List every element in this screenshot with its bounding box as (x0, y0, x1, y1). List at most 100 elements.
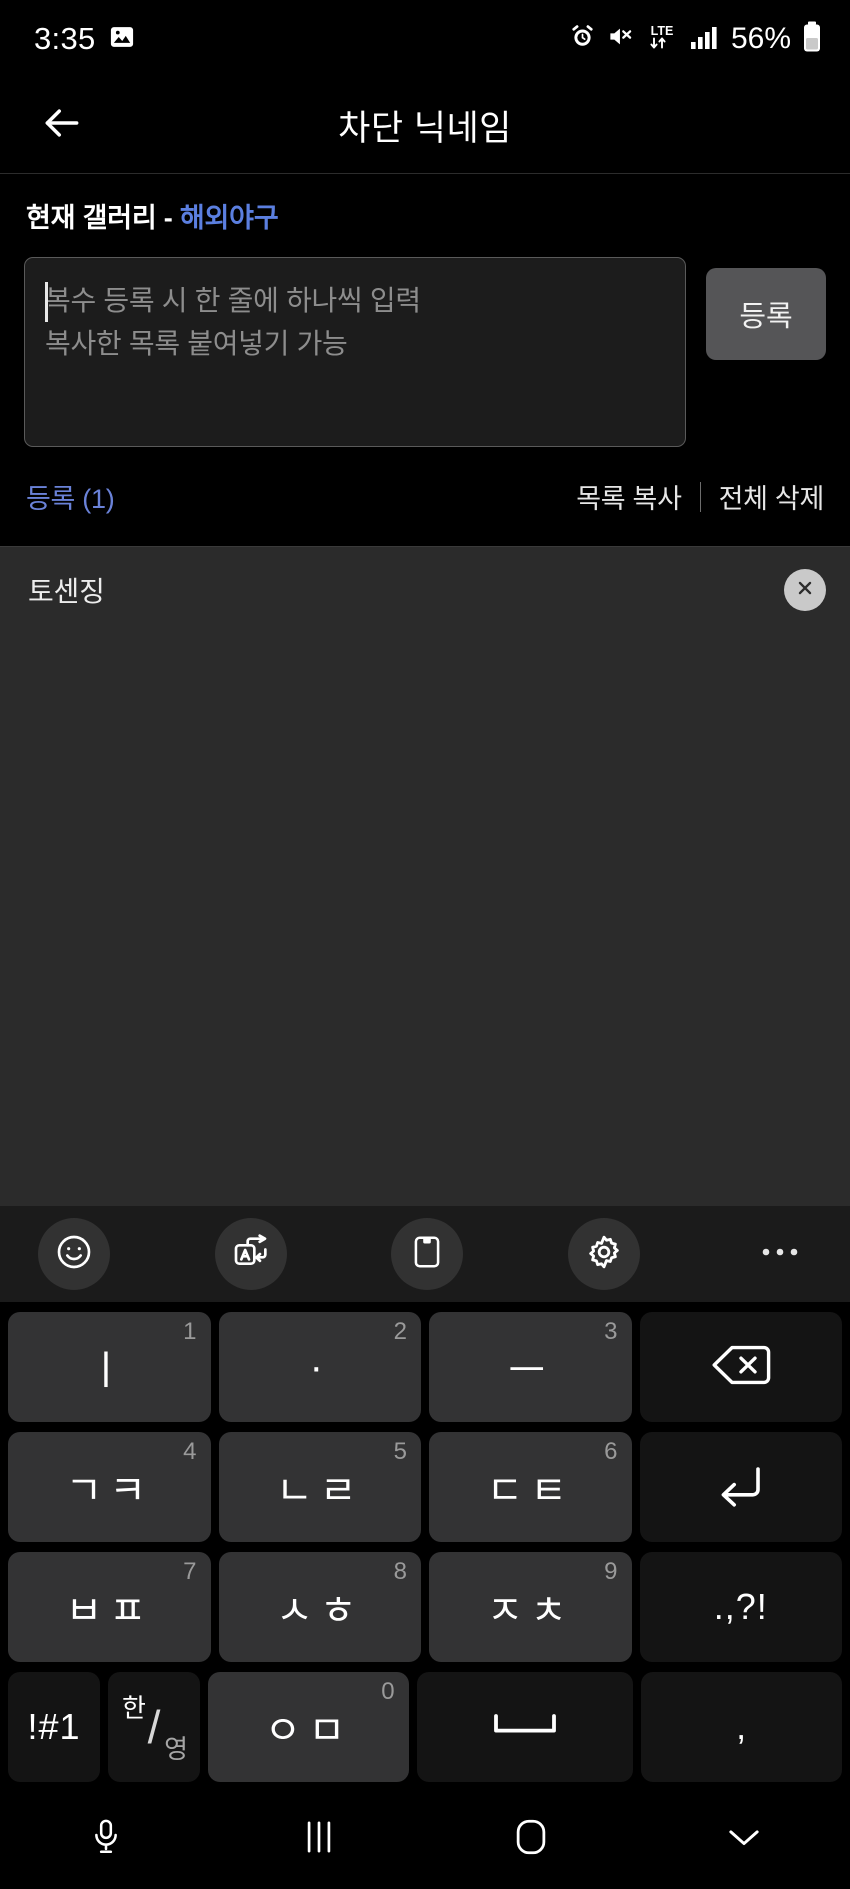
clipboard-icon (408, 1233, 446, 1276)
key-bieup-pieup[interactable]: 7 ㅂㅍ (8, 1552, 211, 1662)
navigation-bar (0, 1790, 850, 1889)
key-label: ㄷㅌ (486, 1469, 575, 1513)
key-number-badge: 8 (393, 1558, 407, 1585)
key-symbols[interactable]: !#1 (8, 1672, 100, 1782)
key-number-badge: 7 (183, 1558, 197, 1585)
status-time: 3:35 (34, 21, 96, 56)
key-ieung-mieum[interactable]: 0 ㅇㅁ (208, 1672, 409, 1782)
keyboard-toolbar (0, 1206, 850, 1302)
key-punctuation[interactable]: .,?! (639, 1552, 842, 1662)
key-number-badge: 3 (604, 1318, 618, 1345)
key-label: ㅈㅊ (486, 1589, 575, 1633)
hide-keyboard-icon (725, 1822, 763, 1857)
key-label: !#1 (27, 1706, 81, 1747)
translate-button[interactable] (214, 1218, 287, 1290)
keyboard-keys: 1 ㅣ 2 · 3 ㅡ 4 ㄱㅋ 5 ㄴㄹ 6 ㄷㅌ 7 ㅂㅍ 8 ㅅㅎ 9 ㅈ… (0, 1302, 850, 1790)
back-arrow-icon (40, 101, 84, 150)
home-button[interactable] (425, 1790, 638, 1889)
keyboard-row-1: 1 ㅣ 2 · 3 ㅡ (8, 1312, 842, 1422)
backspace-icon (711, 1343, 771, 1392)
key-number-badge: 9 (604, 1558, 618, 1585)
key-number-badge: 2 (393, 1318, 407, 1345)
nickname-textarea[interactable]: 복수 등록 시 한 줄에 하나씩 입력 복사한 목록 붙여넣기 가능 (24, 257, 686, 447)
hide-keyboard-button[interactable] (638, 1790, 850, 1889)
key-number-badge: 0 (381, 1678, 395, 1705)
key-enter[interactable] (639, 1432, 842, 1542)
gallery-image-icon (108, 23, 136, 56)
keyboard-settings-button[interactable] (567, 1218, 640, 1290)
close-circle-icon (794, 577, 816, 604)
list-meta-row: 등록 (1) 목록 복사 전체 삭제 (24, 447, 826, 546)
status-bar: 3:35 LTE 56% (0, 0, 850, 78)
key-giyeok-kieuk[interactable]: 4 ㄱㅋ (8, 1432, 211, 1542)
key-comma[interactable]: , (641, 1672, 843, 1782)
key-label: ㄴㄹ (275, 1469, 364, 1513)
key-label: ㅣ (87, 1349, 132, 1393)
yeong-label: 영 (164, 1734, 188, 1764)
blocked-nickname-list: 토센징 (0, 546, 850, 1206)
list-actions: 목록 복사 전체 삭제 (576, 477, 824, 516)
settings-gear-icon (584, 1232, 624, 1277)
remove-nickname-button[interactable] (784, 569, 826, 611)
key-dot[interactable]: 2 · (218, 1312, 421, 1422)
signal-bars-icon (690, 24, 720, 55)
key-eu[interactable]: 3 ㅡ (429, 1312, 632, 1422)
microphone-button[interactable] (0, 1790, 213, 1889)
alarm-icon (569, 23, 596, 55)
key-label: · (309, 1344, 330, 1389)
register-button[interactable]: 등록 (706, 268, 826, 360)
han-label: 한 (122, 1693, 146, 1723)
actions-divider (699, 481, 701, 512)
home-icon (513, 1818, 549, 1861)
key-language-toggle[interactable]: 한 / 영 (108, 1672, 200, 1782)
slash-icon: / (147, 1701, 161, 1753)
keyboard: 1 ㅣ 2 · 3 ㅡ 4 ㄱㅋ 5 ㄴㄹ 6 ㄷㅌ 7 ㅂㅍ 8 ㅅㅎ 9 ㅈ… (0, 1206, 850, 1790)
key-number-badge: 5 (393, 1438, 407, 1465)
keyboard-row-3: 7 ㅂㅍ 8 ㅅㅎ 9 ㅈㅊ .,?! (8, 1552, 842, 1662)
nickname-textarea-placeholder: 복수 등록 시 한 줄에 하나씩 입력 복사한 목록 붙여넣기 가능 (45, 285, 421, 359)
clipboard-button[interactable] (391, 1218, 463, 1290)
enter-icon (715, 1461, 767, 1514)
svg-text:LTE: LTE (651, 24, 674, 38)
status-bar-right: LTE 56% (569, 21, 822, 58)
key-jieut-chieut[interactable]: 9 ㅈㅊ (429, 1552, 632, 1662)
copy-list-button[interactable]: 목록 복사 (576, 477, 682, 516)
keyboard-row-2: 4 ㄱㅋ 5 ㄴㄹ 6 ㄷㅌ (8, 1432, 842, 1542)
keyboard-row-4: !#1 한 / 영 0 ㅇㅁ , (8, 1672, 843, 1782)
block-form-panel: 현재 갤러리 - 해외야구 복수 등록 시 한 줄에 하나씩 입력 복사한 목록… (0, 174, 850, 546)
mute-icon (607, 23, 634, 55)
key-label: ㅇㅁ (264, 1709, 353, 1753)
current-gallery-name[interactable]: 해외야구 (180, 203, 279, 233)
nickname-input-row: 복수 등록 시 한 줄에 하나씩 입력 복사한 목록 붙여넣기 가능 등록 (24, 257, 826, 447)
key-number-badge: 4 (183, 1438, 197, 1465)
registered-count-label[interactable]: 등록 (1) (26, 477, 115, 516)
key-number-badge: 1 (183, 1318, 197, 1345)
emoji-button[interactable] (38, 1218, 110, 1290)
key-label: ㅂㅍ (65, 1589, 154, 1633)
list-item: 토센징 (0, 547, 850, 633)
key-backspace[interactable] (639, 1312, 842, 1422)
delete-all-button[interactable]: 전체 삭제 (719, 477, 825, 516)
battery-percent: 56% (730, 22, 791, 55)
key-nieun-rieul[interactable]: 5 ㄴㄹ (218, 1432, 421, 1542)
battery-icon (802, 21, 822, 58)
phone-screen: 3:35 LTE 56% 차단 닉네임 현재 갤러리 - 해외야구 복수 등록 … (0, 0, 850, 1889)
page-title: 차단 닉네임 (338, 109, 512, 148)
recent-apps-icon (304, 1820, 334, 1859)
back-button[interactable] (14, 78, 110, 174)
blocked-nickname-label: 토센징 (28, 576, 105, 607)
key-label: ㄱㅋ (65, 1469, 154, 1513)
key-digeut-tieut[interactable]: 6 ㄷㅌ (429, 1432, 632, 1542)
key-siot-hieut[interactable]: 8 ㅅㅎ (218, 1552, 421, 1662)
key-space[interactable] (416, 1672, 634, 1782)
key-label: ㅡ (508, 1349, 553, 1393)
key-i[interactable]: 1 ㅣ (8, 1312, 211, 1422)
keyboard-more-button[interactable] (744, 1218, 816, 1290)
app-bar: 차단 닉네임 (0, 78, 850, 174)
current-gallery-label: 현재 갤러리 - 해외야구 (26, 196, 826, 235)
current-gallery-prefix: 현재 갤러리 - (26, 203, 180, 233)
microphone-icon (89, 1818, 123, 1861)
text-caret (45, 282, 48, 322)
emoji-icon (54, 1232, 94, 1277)
recent-apps-button[interactable] (213, 1790, 426, 1889)
